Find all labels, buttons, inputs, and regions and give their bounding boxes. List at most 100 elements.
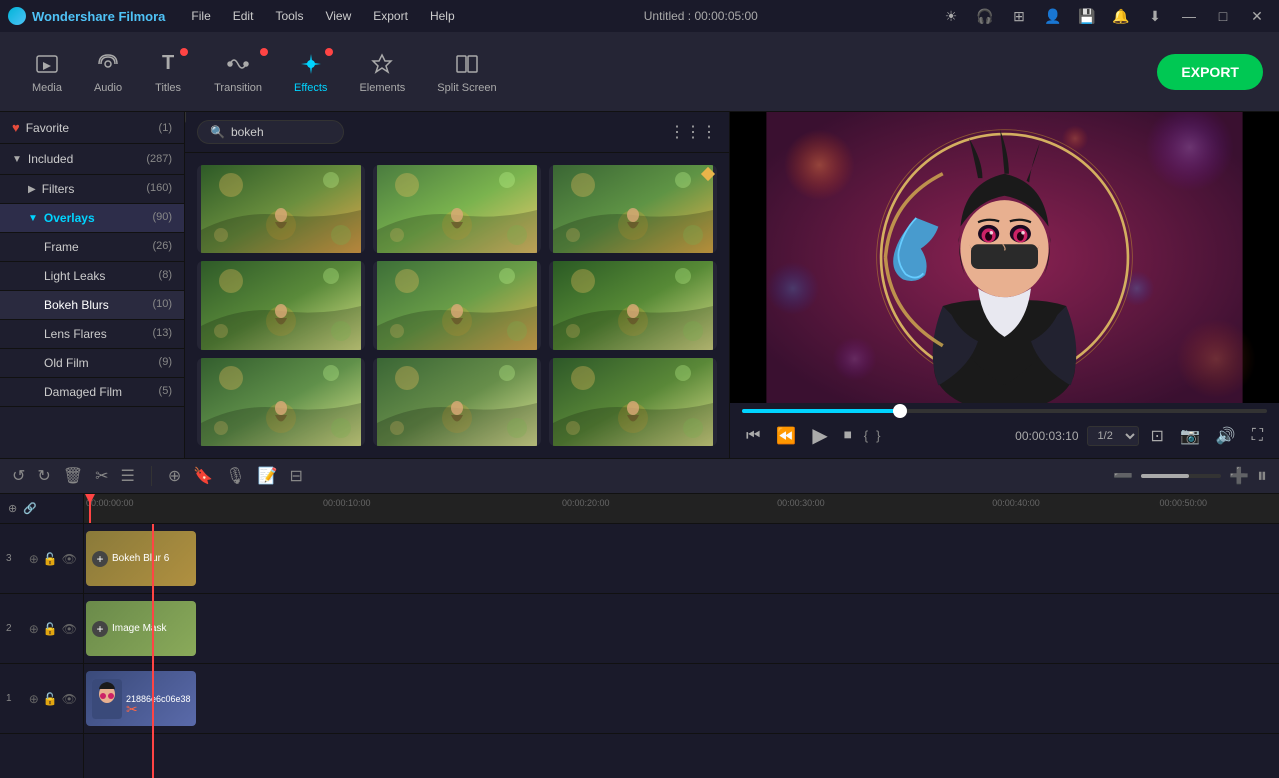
ruler-mark-5: 00:00:50:00 — [1160, 498, 1208, 508]
save-icon[interactable]: 💾 — [1073, 5, 1101, 27]
effect-card-10[interactable]: Bokeh Blur 10 — [197, 261, 365, 349]
track-1-lock-icon[interactable]: 🔓 — [43, 692, 58, 706]
search-input[interactable] — [231, 125, 331, 139]
zoom-in-btn[interactable]: ➕ — [1229, 466, 1249, 486]
effect-card-4[interactable]: Bokeh Blur 4 — [373, 261, 541, 349]
step-back-btn[interactable]: ⏪ — [772, 422, 800, 450]
effect-card-2[interactable]: Bokeh Blur 2 — [373, 165, 541, 253]
menu-help[interactable]: Help — [420, 5, 465, 27]
delete-btn[interactable]: 🗑 — [63, 466, 83, 486]
effect-card-5[interactable]: Bokeh Blur 5 — [549, 261, 717, 349]
filters-chevron-icon: ▶ — [28, 184, 36, 195]
timeline-content: ⊕ 🔗 3 ⊕ 🔓 👁 2 ⊕ 🔓 👁 1 — [0, 494, 1279, 778]
sidebar-item-filters[interactable]: ▶ Filters (160) — [0, 175, 184, 204]
zoom-slider[interactable] — [1141, 474, 1221, 478]
titles-badge — [180, 48, 188, 56]
sidebar-item-damaged-film[interactable]: Damaged Film (5) — [0, 378, 184, 407]
link-track-icon[interactable]: 🔗 — [23, 502, 37, 515]
clip-bokeh-label: Bokeh Blur 6 — [112, 553, 169, 564]
clip-bokeh-blur[interactable]: + Bokeh Blur 6 — [86, 531, 196, 586]
tool-transition[interactable]: Transition — [198, 42, 278, 102]
progress-bar[interactable] — [742, 409, 1267, 413]
tool-titles[interactable]: T Titles — [138, 42, 198, 102]
title-bar-left: Wondershare Filmora File Edit Tools View… — [8, 5, 465, 27]
sidebar-item-bokeh-blurs[interactable]: Bokeh Blurs (10) — [0, 291, 184, 320]
fit-btn[interactable]: ⏸ — [1257, 465, 1267, 488]
effect-card-7[interactable]: Bokeh Blur 7 — [197, 358, 365, 446]
heart-icon: ♥ — [12, 120, 20, 135]
track-3-eye-icon[interactable]: 👁 — [62, 552, 77, 566]
sidebar-item-overlays[interactable]: ▼ Overlays (90) — [0, 204, 184, 233]
stop-btn[interactable]: ⏹ — [840, 423, 856, 449]
headphone-icon[interactable]: 🎧 — [971, 5, 999, 27]
sidebar-item-light-leaks[interactable]: Light Leaks (8) — [0, 262, 184, 291]
redo-btn[interactable]: ↻ — [37, 466, 50, 486]
fit-screen-btn[interactable]: ⊡ — [1147, 422, 1168, 450]
track-2-eye-icon[interactable]: 👁 — [62, 622, 77, 636]
effect-card-1[interactable]: Bokeh Blur 1 — [197, 165, 365, 253]
edit-btn[interactable]: 📝 — [258, 466, 278, 486]
undo-btn[interactable]: ↺ — [12, 466, 25, 486]
zoom-out-btn[interactable]: ➖ — [1113, 466, 1133, 486]
sidebar-item-favorite[interactable]: ♥ Favorite (1) — [0, 112, 184, 144]
timeline-header-row: ⊕ 🔗 — [0, 494, 83, 524]
download-icon[interactable]: ⬇ — [1141, 5, 1169, 27]
export-button[interactable]: EXPORT — [1157, 54, 1263, 90]
left-panel: ♥ Favorite (1) ▼ Included (287) ▶ Filter… — [0, 112, 730, 458]
sidebar-item-lens-flares[interactable]: Lens Flares (13) — [0, 320, 184, 349]
marker-btn[interactable]: 🔖 — [193, 466, 213, 486]
close-btn[interactable]: ✕ — [1243, 5, 1271, 27]
add-track-icon[interactable]: ⊕ — [8, 502, 17, 515]
tool-split-screen[interactable]: Split Screen — [421, 42, 512, 102]
fullscreen-btn[interactable]: ⛶ — [1248, 423, 1267, 449]
audio-record-btn[interactable]: 🎙 — [225, 466, 245, 486]
timeline-ruler[interactable]: 00:00:00:00 00:00:10:00 00:00:20:00 00:0… — [84, 494, 1279, 524]
quality-select[interactable]: 1/2 Full 1/4 — [1087, 426, 1139, 446]
menu-export[interactable]: Export — [363, 5, 418, 27]
effect-card-9[interactable]: Bokeh Blur 9 — [549, 358, 717, 446]
filters-count: (160) — [146, 182, 172, 196]
screenshot-btn[interactable]: 📷 — [1176, 422, 1204, 450]
menu-file[interactable]: File — [181, 5, 220, 27]
sidebar-item-included[interactable]: ▼ Included (287) — [0, 144, 184, 175]
tool-audio[interactable]: Audio — [78, 42, 138, 102]
clip-image-mask[interactable]: + Image Mask — [86, 601, 196, 656]
tool-media[interactable]: Media — [16, 42, 78, 102]
sidebar-item-old-film[interactable]: Old Film (9) — [0, 349, 184, 378]
account-icon[interactable]: 👤 — [1039, 5, 1067, 27]
menu-view[interactable]: View — [315, 5, 361, 27]
menu-edit[interactable]: Edit — [223, 5, 264, 27]
tool-effects[interactable]: Effects — [278, 42, 343, 102]
elements-icon — [368, 50, 396, 78]
favorite-label: Favorite — [26, 121, 69, 135]
effects-label: Effects — [294, 82, 327, 94]
timeline-toolbar: ↺ ↻ 🗑 ✂ ☰ ⊕ 🔖 🎙 📝 ⊟ ➖ ➕ ⏸ — [0, 458, 1279, 494]
minimize-btn[interactable]: — — [1175, 5, 1203, 27]
timeline: ↺ ↻ 🗑 ✂ ☰ ⊕ 🔖 🎙 📝 ⊟ ➖ ➕ ⏸ ⊕ 🔗 3 — [0, 458, 1279, 778]
progress-handle[interactable] — [893, 404, 907, 418]
track-1-eye-icon[interactable]: 👁 — [62, 692, 77, 706]
grid-toggle-btn[interactable]: ⋮⋮⋮ — [669, 122, 717, 142]
track-3-lock-icon[interactable]: 🔓 — [43, 552, 58, 566]
effect-card-6[interactable]: Bokeh Blur 6 — [549, 165, 717, 253]
snap-btn[interactable]: ⊕ — [168, 466, 181, 486]
progress-fill — [742, 409, 900, 413]
cut-btn[interactable]: ✂ — [95, 466, 108, 486]
sidebar-item-frame[interactable]: Frame (26) — [0, 233, 184, 262]
alert-icon[interactable]: 🔔 — [1107, 5, 1135, 27]
skip-back-btn[interactable]: ⏮ — [742, 423, 764, 449]
volume-btn[interactable]: 🔊 — [1212, 422, 1240, 450]
menu-tools[interactable]: Tools — [265, 5, 313, 27]
track-2-lock-icon[interactable]: 🔓 — [43, 622, 58, 636]
clip-anime[interactable]: 21886e6c06e38 ✂ — [86, 671, 196, 726]
bokeh-blurs-label: Bokeh Blurs — [44, 298, 109, 312]
settings-btn[interactable]: ☰ — [121, 466, 135, 486]
pip-btn[interactable]: ⊟ — [289, 466, 302, 486]
effect-card-8[interactable]: Bokeh Blur 8 — [373, 358, 541, 446]
old-film-count: (9) — [159, 356, 172, 370]
play-btn[interactable]: ▶ — [808, 419, 831, 452]
notification-icon[interactable]: ☀ — [937, 5, 965, 27]
maximize-btn[interactable]: □ — [1209, 5, 1237, 27]
tool-elements[interactable]: Elements — [343, 42, 421, 102]
layout-icon[interactable]: ⊞ — [1005, 5, 1033, 27]
